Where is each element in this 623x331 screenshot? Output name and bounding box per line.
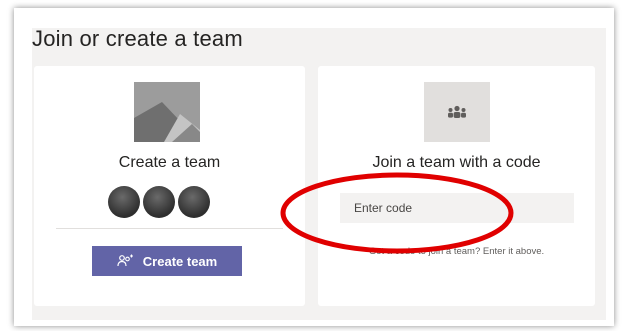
- page-title: Join or create a team: [32, 26, 243, 51]
- create-team-button[interactable]: Create team: [92, 246, 242, 276]
- image-placeholder-icon: [134, 82, 200, 142]
- team-code-input[interactable]: [340, 193, 574, 223]
- avatar: [108, 186, 140, 218]
- avatar-group: [108, 186, 210, 218]
- create-team-button-label: Create team: [142, 253, 218, 269]
- team-icon: [424, 82, 490, 142]
- join-hint-text: Got a code to join a team? Enter it abov…: [368, 246, 545, 257]
- create-team-card[interactable]: Create a team Create team: [34, 66, 305, 306]
- people-add-icon: [117, 254, 133, 268]
- join-team-title: Join a team with a code: [372, 154, 541, 171]
- join-team-card: Join a team with a code Got a code to jo…: [318, 66, 595, 306]
- divider: [56, 228, 283, 229]
- avatar: [178, 186, 210, 218]
- create-team-title: Create a team: [118, 154, 221, 171]
- avatar: [143, 186, 175, 218]
